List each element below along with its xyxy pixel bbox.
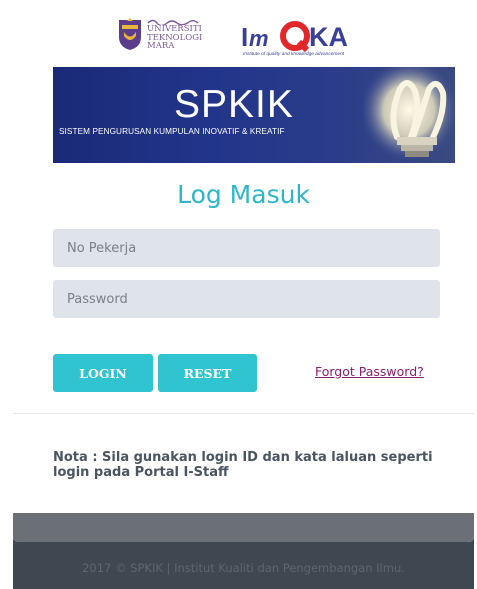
imqka-tagline: Institute of quality and knowledge advan…: [243, 51, 345, 57]
reset-button[interactable]: RESET: [158, 354, 257, 392]
svg-text:I: I: [241, 22, 248, 52]
svg-text:m: m: [249, 26, 269, 51]
uitm-wordmark: UNIVERSITI TEKNOLOGI MARA: [147, 17, 202, 51]
banner-subtitle: SISTEM PENGURUSAN KUMPULAN INOVATIF & KR…: [59, 127, 285, 136]
login-button[interactable]: LOGIN: [53, 354, 153, 392]
divider: [13, 413, 474, 414]
forgot-password-link[interactable]: Forgot Password?: [315, 364, 424, 379]
uitm-line-3: MARA: [147, 41, 175, 52]
banner-title: SPKIK: [174, 83, 294, 126]
spkik-banner: SPKIK SISTEM PENGURUSAN KUMPULAN INOVATI…: [53, 67, 455, 163]
logo-row: UNIVERSITI TEKNOLOGI MARA I m KA Institu…: [13, 8, 474, 58]
login-note: Nota : Sila gunakan login ID dan kata la…: [53, 450, 433, 480]
staff-number-input[interactable]: [53, 229, 440, 267]
svg-text:KA: KA: [309, 22, 348, 52]
uitm-logo: UNIVERSITI TEKNOLOGI MARA: [117, 15, 227, 55]
light-bulb-icon: [363, 67, 455, 163]
card-bottom-band: [13, 513, 474, 542]
page-title: Log Masuk: [177, 180, 310, 209]
uitm-crest-icon: [119, 18, 141, 50]
imqka-logo: I m KA Institute of quality and knowledg…: [241, 21, 348, 57]
footer-copyright: 2017 © SPKIK | Institut Kualiti dan Peng…: [82, 561, 405, 575]
login-card: UNIVERSITI TEKNOLOGI MARA I m KA Institu…: [13, 8, 474, 542]
password-input[interactable]: [53, 280, 440, 318]
